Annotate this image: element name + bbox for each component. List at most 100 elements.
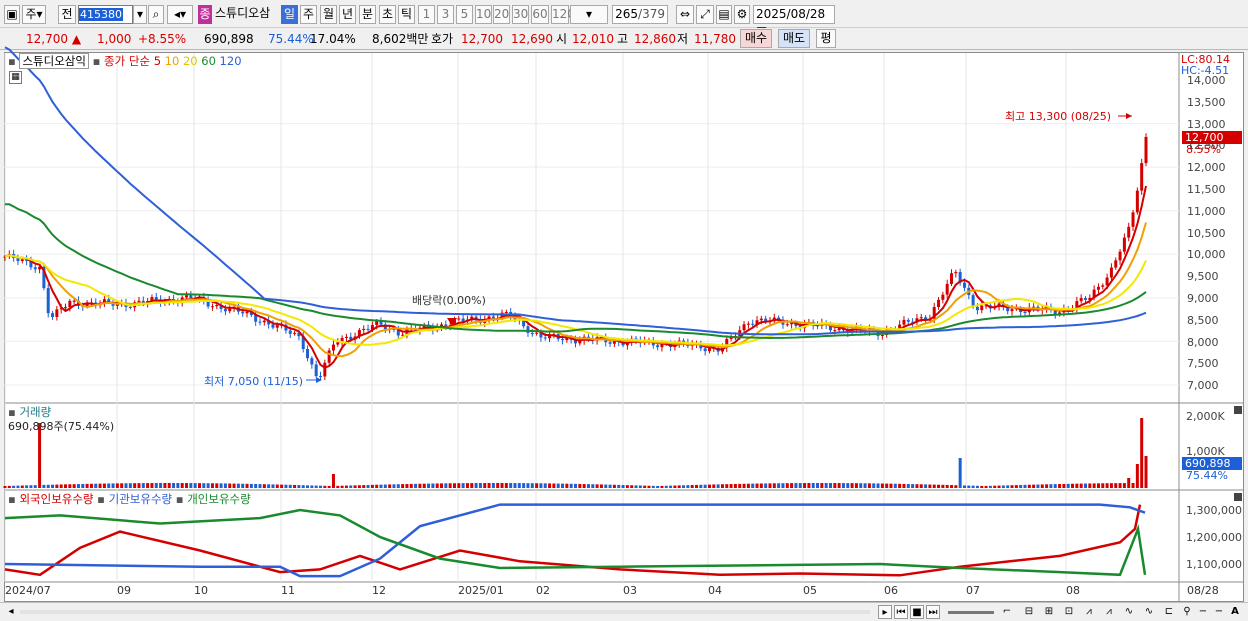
panel-menu-icon[interactable]: ▪ xyxy=(8,405,16,419)
candle-body xyxy=(1023,312,1027,314)
volume-bar xyxy=(699,484,703,488)
ma-menu-icon[interactable]: ▪ xyxy=(93,54,101,68)
volume-bar xyxy=(297,485,301,488)
zoom-icon[interactable]: ⚲ xyxy=(1180,605,1194,619)
volume-bar xyxy=(742,483,746,488)
candle-body xyxy=(962,282,966,288)
panel-menu-icon[interactable]: ▪ xyxy=(176,492,184,506)
candle-body xyxy=(543,337,547,339)
layout-icon[interactable]: ⊟ xyxy=(1022,605,1036,619)
layout2-icon[interactable]: ⊞ xyxy=(1042,605,1056,619)
foreign-holdings-label[interactable]: 외국인보유수량 xyxy=(19,492,93,506)
current-price-pct: 8.55% xyxy=(1186,143,1221,156)
ma-period-60[interactable]: 60 xyxy=(198,54,216,68)
holdings-y-tick: 1,200,000 xyxy=(1186,531,1242,544)
line-tool-icon[interactable]: ⌐ xyxy=(1000,605,1014,619)
volume-bar xyxy=(344,485,348,488)
high-annotation: 최고 13,300 (08/25) xyxy=(1005,110,1112,123)
candle-body xyxy=(344,336,348,338)
current-volume-pct: 75.44% xyxy=(1186,469,1228,482)
chart-canvas[interactable] xyxy=(0,0,1248,621)
volume-bar xyxy=(824,483,828,488)
volume-bar xyxy=(980,485,984,488)
candle-body xyxy=(1109,267,1113,278)
individual-holdings-label[interactable]: 개인보유수량 xyxy=(187,492,250,506)
volume-bar xyxy=(496,483,500,488)
price-panel-title[interactable]: ▪ 스튜디오삼익 ▪ 종가 단순 5 10 20 60 120 xyxy=(8,53,242,69)
ma-period-20[interactable]: 20 xyxy=(179,54,198,68)
minus-icon[interactable]: − xyxy=(1196,605,1210,619)
volume-bar xyxy=(764,483,768,488)
volume-bar xyxy=(435,483,439,488)
volume-bar xyxy=(1118,483,1122,488)
candle-body xyxy=(319,376,323,378)
holdings-panel-title[interactable]: ▪ 외국인보유수량 ▪ 기관보유수량 ▪ 개인보유수량 xyxy=(8,491,251,507)
volume-bar xyxy=(772,483,776,488)
stock-title[interactable]: 스튜디오삼익 xyxy=(19,53,89,69)
volume-bar xyxy=(154,483,158,488)
panel-menu-icon[interactable]: ▪ xyxy=(8,492,16,506)
candle-body xyxy=(880,334,884,336)
calculator-icon[interactable]: ▦ xyxy=(9,71,22,84)
ma-period-120[interactable]: 120 xyxy=(216,54,242,68)
fibo-icon[interactable]: ⩘ xyxy=(1102,605,1116,619)
moving-averages xyxy=(4,46,1147,369)
candle-body xyxy=(275,325,279,328)
candle-body xyxy=(902,319,906,325)
volume-bar xyxy=(975,485,979,488)
x-axis-label: 04 xyxy=(708,584,722,597)
wave-icon[interactable]: ∿ xyxy=(1122,605,1136,619)
frame-icon[interactable]: ⊏ xyxy=(1162,605,1176,619)
volume-bar xyxy=(284,484,288,488)
volume-bar xyxy=(89,483,93,488)
volume-bar xyxy=(349,485,353,488)
close-holdings-icon[interactable] xyxy=(1234,493,1242,501)
volume-bar xyxy=(55,484,59,488)
volume-bar xyxy=(85,483,89,488)
dash-icon[interactable]: − xyxy=(1212,605,1226,619)
first-page-icon[interactable]: ⏮ xyxy=(894,605,908,619)
price-y-tick: 7,000 xyxy=(1187,379,1219,393)
ma-label[interactable]: 종가 단순 xyxy=(104,54,150,68)
volume-bar xyxy=(673,485,677,488)
volume-bar xyxy=(405,484,409,488)
stop-icon[interactable]: ■ xyxy=(910,605,924,619)
volume-bar xyxy=(1049,484,1053,488)
layout3-icon[interactable]: ⊡ xyxy=(1062,605,1076,619)
scroll-right-icon[interactable]: ▸ xyxy=(878,605,892,619)
panel-menu-icon[interactable]: ▪ xyxy=(8,54,16,68)
wave2-icon[interactable]: ∿ xyxy=(1142,605,1156,619)
ma-period-5[interactable]: 5 xyxy=(154,54,161,68)
institution-holdings-label[interactable]: 기관보유수량 xyxy=(109,492,172,506)
candle-body xyxy=(975,306,979,311)
volume-bar xyxy=(323,485,327,488)
volume-bar xyxy=(310,485,314,488)
close-volume-icon[interactable] xyxy=(1234,406,1242,414)
candle-body xyxy=(535,332,539,334)
candle-body xyxy=(906,319,910,322)
zoom-slider[interactable] xyxy=(948,611,994,614)
trend-icon[interactable]: ⩘ xyxy=(1082,605,1096,619)
ma-period-10[interactable]: 10 xyxy=(161,54,180,68)
volume-bar xyxy=(409,483,413,488)
text-size-icon[interactable]: A xyxy=(1228,605,1242,619)
volume-bar xyxy=(889,483,893,488)
candle-body xyxy=(51,313,55,318)
volume-bar xyxy=(245,483,249,488)
volume-bar xyxy=(392,484,396,488)
volume-bar xyxy=(556,483,560,488)
volume-bar xyxy=(1066,483,1070,488)
volume-bar xyxy=(314,485,318,488)
candle-body xyxy=(457,318,461,320)
volume-title[interactable]: 거래량 xyxy=(19,405,51,419)
volume-bar xyxy=(176,483,180,488)
volume-bar xyxy=(461,483,465,488)
volume-bar xyxy=(59,484,63,488)
scroll-left-icon[interactable]: ◂ xyxy=(4,605,18,619)
volume-bar xyxy=(837,483,841,488)
horizontal-scrollbar[interactable] xyxy=(20,610,870,614)
volume-bar xyxy=(504,483,508,488)
last-page-icon[interactable]: ⏭ xyxy=(926,605,940,619)
volume-bar xyxy=(785,483,789,488)
panel-menu-icon[interactable]: ▪ xyxy=(97,492,105,506)
